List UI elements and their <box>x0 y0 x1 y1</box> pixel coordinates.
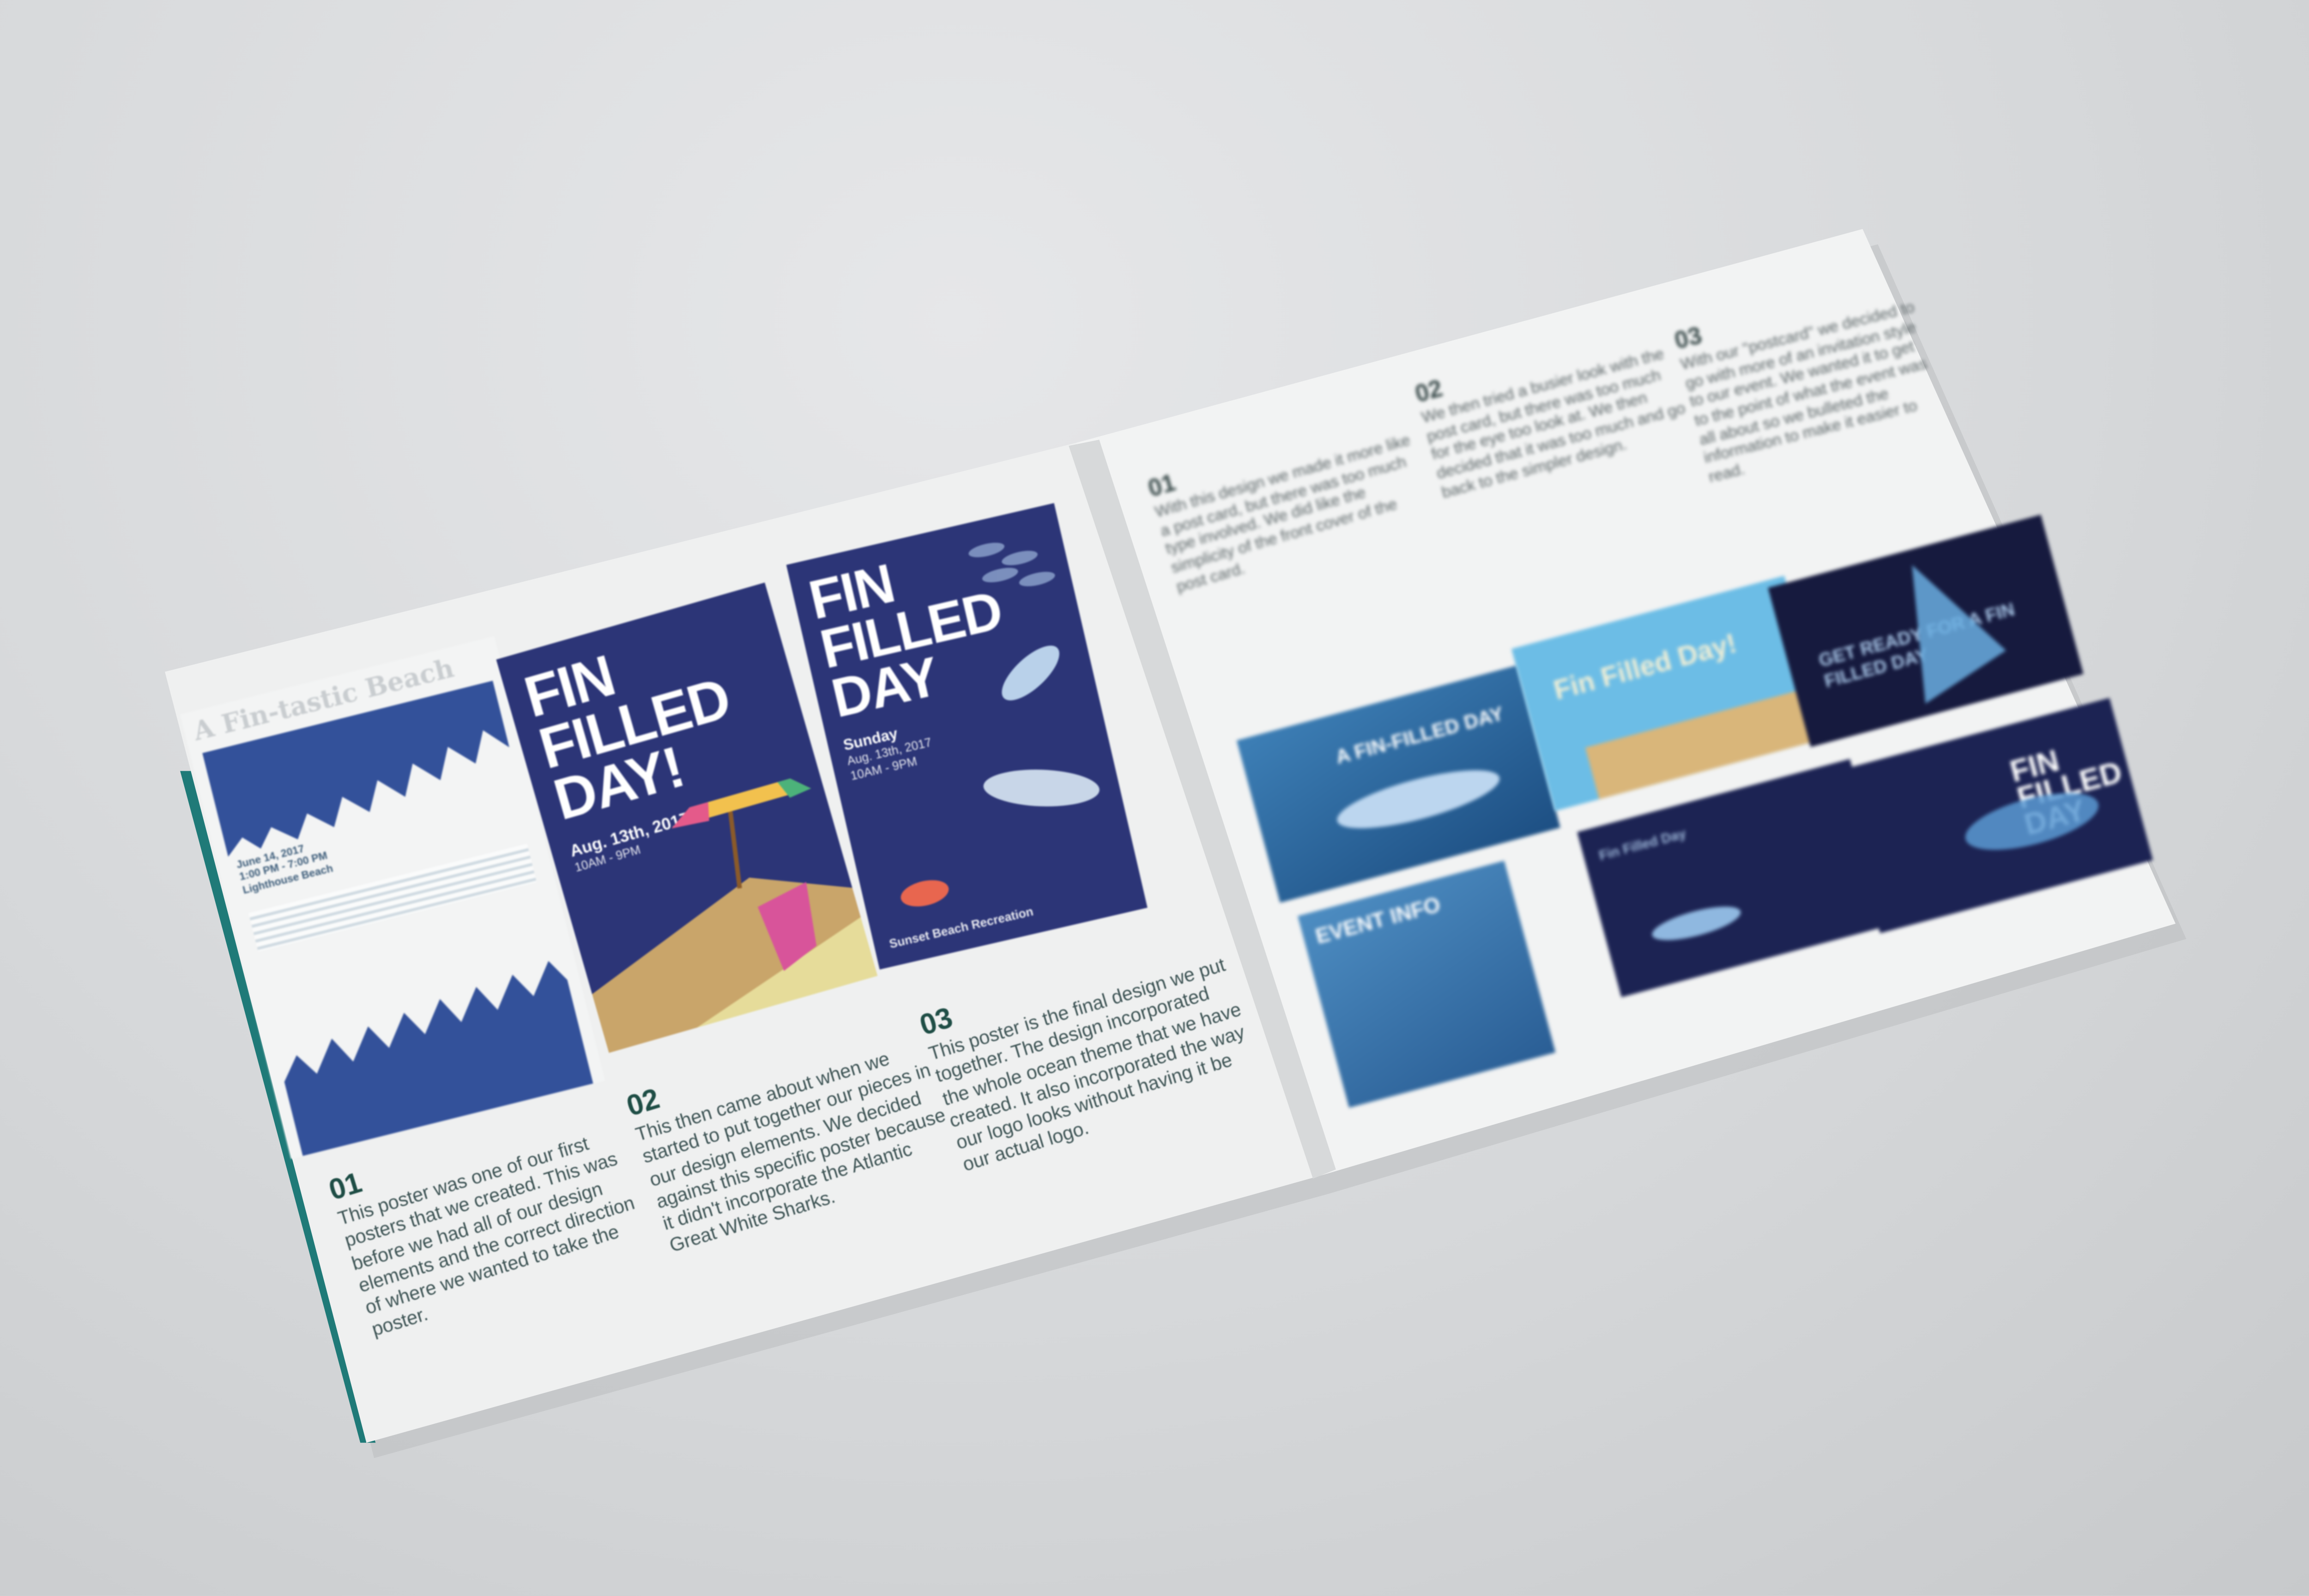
photo-scene: A Fin-tastic Beach June 14, 2017 1:00 PM… <box>0 0 2309 1596</box>
shark-illustration <box>1649 900 1744 947</box>
shark-illustration <box>1332 758 1505 840</box>
